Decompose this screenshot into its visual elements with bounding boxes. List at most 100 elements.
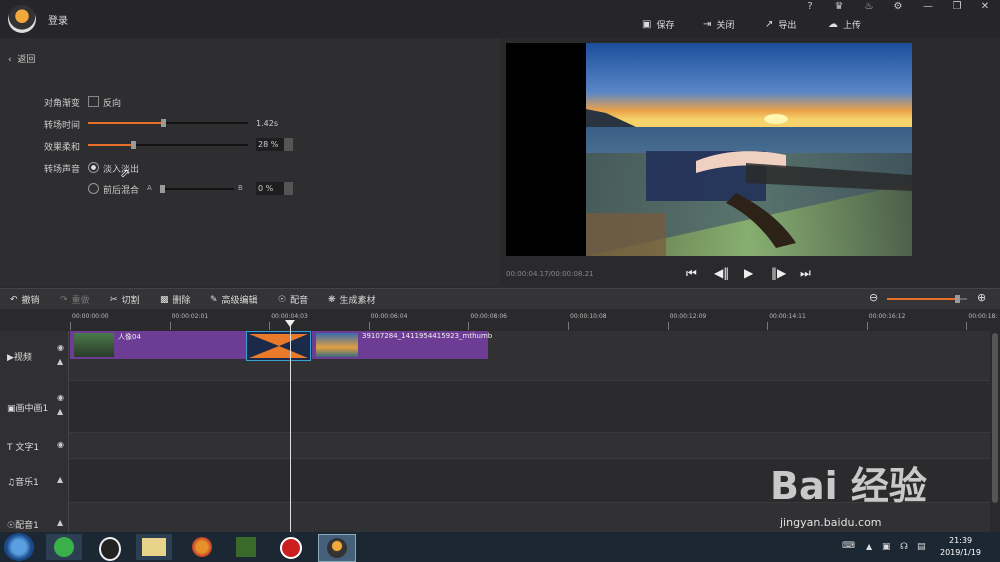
mix-slider-thumb[interactable] (160, 185, 165, 193)
softness-slider[interactable] (88, 141, 248, 149)
duration-label: 转场时间 (44, 121, 81, 131)
skip-to-end-icon[interactable]: ⏭ (800, 266, 811, 281)
preview-timecode: 00:00:04.17/00:00:08.21 (506, 270, 594, 278)
ruler-tick-label: 00:00:00:00 (72, 313, 109, 320)
undo-button[interactable]: ↶ 撤销 (10, 293, 40, 307)
taskbar-app[interactable] (273, 534, 309, 560)
mix-value-field[interactable]: 0 % (256, 182, 284, 195)
play-icon[interactable]: ▶ (744, 266, 753, 280)
fade-radio[interactable] (88, 162, 99, 173)
duration-slider-thumb[interactable] (161, 119, 166, 127)
video-clip[interactable]: 39107284_1411954415923_mthumb (312, 331, 492, 359)
duration-slider[interactable] (88, 119, 248, 127)
close-door-icon: ⇥ (703, 19, 712, 30)
tray-arrow-icon[interactable]: ▲ (866, 542, 872, 551)
zoom-out-icon[interactable]: ⊖ (869, 291, 878, 304)
eye-icon[interactable]: ◉ (57, 343, 64, 352)
playhead-line[interactable] (290, 322, 291, 532)
ruler-tick-label: 00:00:18: (968, 313, 998, 320)
vip-crown-icon[interactable]: ♛ (832, 1, 846, 12)
eye-icon[interactable]: ◉ (57, 393, 64, 402)
volume-icon[interactable]: ▲ (57, 407, 63, 416)
login-link[interactable]: 登录 (48, 12, 68, 27)
ruler-tick-label: 00:00:10:08 (570, 313, 607, 320)
video-clip[interactable]: 人像04 (70, 331, 246, 359)
previous-frame-icon[interactable]: ◀‖ (714, 266, 729, 280)
softness-slider-thumb[interactable] (131, 141, 136, 149)
help-icon[interactable]: ? (803, 1, 817, 12)
cut-button[interactable]: ✂ 切割 (110, 293, 140, 307)
next-frame-icon[interactable]: ‖▶ (771, 266, 786, 280)
clip-label: 人像04 (118, 333, 141, 341)
system-clock[interactable]: 21:39 2019/1/19 (940, 535, 981, 559)
export-icon: ↗ (765, 19, 774, 30)
eye-icon[interactable]: ◉ (57, 440, 64, 449)
taskbar-app[interactable] (318, 534, 356, 562)
video-track-icon: ▶ (7, 353, 14, 363)
keyboard-icon[interactable]: ⌨ (842, 541, 855, 551)
zoom-slider-thumb[interactable] (955, 295, 960, 303)
volume-tray-icon[interactable]: ☊ (900, 542, 908, 552)
network-icon[interactable]: ▤ (917, 542, 926, 552)
bell-icon[interactable]: ♨ (862, 1, 876, 12)
dub-mic-icon: ☉ (278, 294, 287, 305)
ruler-tick-mark (568, 322, 569, 330)
save-button[interactable]: ▣ 保存 (642, 18, 674, 31)
volume-icon[interactable]: ▲ (57, 475, 63, 484)
pip-track (0, 380, 990, 433)
restore-icon[interactable]: ❐ (950, 1, 964, 12)
taskbar-app[interactable] (136, 534, 172, 560)
taskbar-app[interactable] (46, 534, 82, 560)
clip-thumbnail (74, 333, 114, 357)
minimize-icon[interactable]: — (921, 1, 935, 12)
generate-material-icon: ❋ (328, 294, 336, 305)
mix-slider[interactable] (160, 185, 234, 193)
ruler-tick-label: 00:00:04:03 (271, 313, 308, 320)
preview-frame-image (586, 43, 912, 256)
upload-icon: ☁ (828, 19, 838, 30)
taskbar-app[interactable] (184, 534, 220, 560)
tray-app-icon[interactable]: ▣ (882, 542, 891, 552)
back-button[interactable]: ‹ 返回 (8, 52, 35, 65)
scrollbar-thumb[interactable] (992, 333, 998, 503)
redo-button[interactable]: ↷ 重做 (60, 293, 90, 307)
taskbar-app[interactable] (228, 534, 264, 560)
mix-spinner[interactable] (284, 182, 293, 195)
ruler-tick-mark (866, 322, 868, 330)
zoom-in-icon[interactable]: ⊕ (977, 291, 986, 304)
clock-date: 2019/1/19 (940, 548, 982, 557)
generate-material-button[interactable]: ❋ 生成素材 (328, 293, 376, 307)
zoom-slider-fill (887, 298, 957, 300)
ruler-tick-label: 00:00:12:09 (669, 313, 707, 320)
export-button[interactable]: ↗ 导出 (765, 18, 796, 31)
timeline-zoom-slider[interactable] (887, 295, 967, 303)
taskbar-app[interactable] (92, 534, 128, 561)
close-project-button[interactable]: ⇥ 关闭 (703, 18, 734, 31)
baidu-watermark: Bai 经验 (770, 464, 927, 508)
reverse-checkbox[interactable] (88, 96, 99, 107)
close-icon[interactable]: ✕ (978, 1, 992, 12)
duration-slider-fill (88, 122, 163, 124)
advanced-edit-button[interactable]: ✎ 高级编辑 (210, 293, 258, 307)
delete-button[interactable]: ▩ 删除 (160, 293, 191, 307)
transition-clip[interactable] (246, 331, 311, 361)
music-track-label: ♫音乐1 (7, 478, 39, 488)
cut-icon: ✂ (110, 294, 118, 305)
duration-value: 1.42s (256, 119, 278, 128)
ruler-tick-label: 00:00:06:04 (370, 313, 408, 320)
softness-spinner[interactable] (284, 138, 293, 151)
volume-icon[interactable]: ▲ (57, 357, 63, 366)
ruler-tick-mark (70, 322, 71, 330)
playhead-handle[interactable] (285, 320, 295, 327)
timeline-scrollbar[interactable] (990, 331, 1000, 532)
dub-button[interactable]: ☉ 配音 (278, 293, 308, 307)
ruler-tick-mark (667, 322, 669, 330)
volume-icon[interactable]: ▲ (57, 518, 63, 527)
settings-gear-icon[interactable]: ⚙ (891, 1, 905, 12)
softness-value-field[interactable]: 28 % (256, 138, 284, 151)
upload-button[interactable]: ☁ 上传 (828, 18, 861, 31)
ruler-tick-mark (767, 322, 769, 330)
start-button[interactable] (4, 533, 34, 561)
skip-to-start-icon[interactable]: ⏮ (686, 266, 697, 281)
mix-radio[interactable] (88, 183, 99, 194)
